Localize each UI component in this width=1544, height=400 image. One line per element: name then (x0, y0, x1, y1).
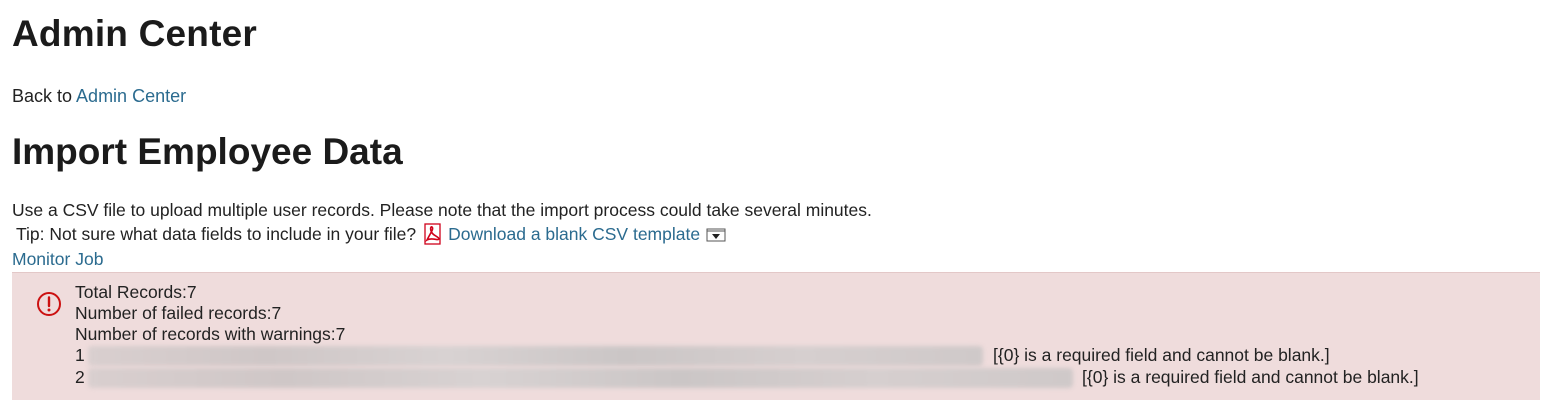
row-number: 1 (75, 345, 85, 365)
row-number: 2 (75, 367, 85, 387)
section-title: Import Employee Data (12, 131, 403, 172)
dropdown-menu-icon[interactable] (706, 226, 726, 242)
admin-center-page: Admin Center Back to Admin Center Import… (0, 0, 1544, 400)
redacted-record (88, 346, 983, 366)
import-description: Use a CSV file to upload multiple user r… (12, 200, 872, 220)
total-records-text: Total Records:7 (75, 282, 197, 302)
redacted-record (88, 368, 1073, 388)
row-error-message: [{0} is a required field and cannot be b… (1082, 367, 1419, 387)
page-title: Admin Center (12, 13, 257, 54)
failed-records-text: Number of failed records:7 (75, 303, 282, 323)
breadcrumb: Back to Admin Center (12, 86, 186, 106)
admin-center-link[interactable]: Admin Center (76, 86, 186, 106)
tip-line: Tip: Not sure what data fields to includ… (16, 223, 726, 245)
download-csv-template-link[interactable]: Download a blank CSV template (448, 223, 700, 245)
error-circle-icon (36, 291, 62, 317)
back-prefix: Back to (12, 86, 73, 106)
tip-text: Tip: Not sure what data fields to includ… (16, 224, 417, 244)
alert-summary: Total Records:7 Number of failed records… (75, 282, 345, 345)
warning-records-text: Number of records with warnings:7 (75, 324, 346, 344)
monitor-job-link[interactable]: Monitor Job (12, 249, 103, 269)
error-alert: Total Records:7 Number of failed records… (12, 272, 1540, 400)
monitor-job-wrapper: Monitor Job (12, 249, 103, 269)
pdf-icon (422, 223, 444, 245)
row-error-message: [{0} is a required field and cannot be b… (993, 345, 1330, 365)
